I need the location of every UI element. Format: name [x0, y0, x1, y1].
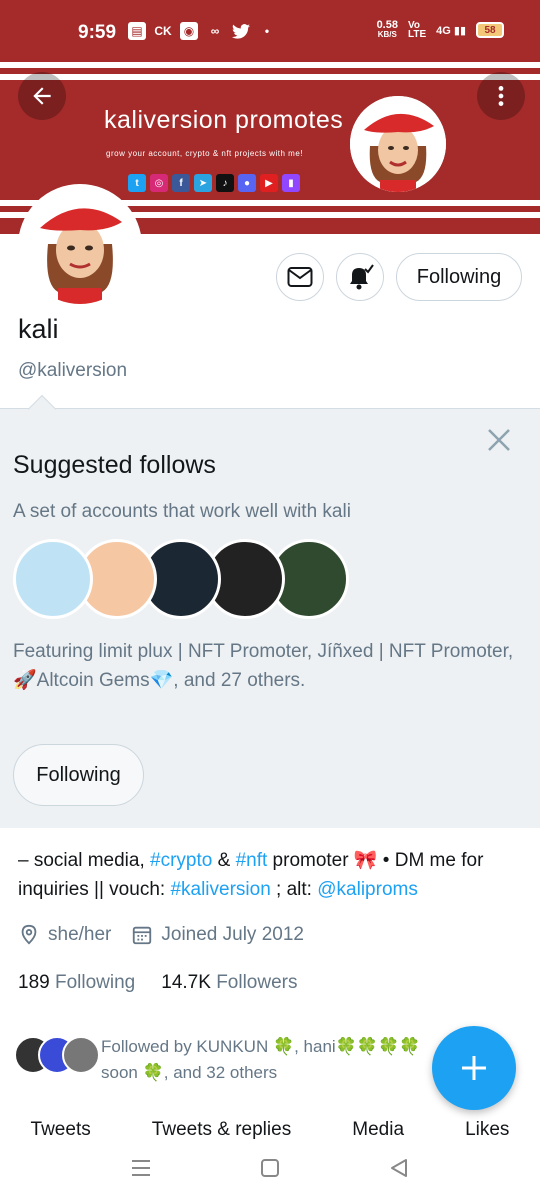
signal-icon: 4G ▮▮: [436, 24, 466, 37]
bell-check-icon: [350, 264, 374, 290]
plus-icon: [462, 1056, 486, 1080]
status-system-icons: 0.58 KB/S Vo LTE 4G ▮▮ 58: [377, 20, 504, 40]
twitch-icon: ▮: [282, 174, 300, 192]
profile-name: kali: [18, 314, 59, 344]
suggested-following-button[interactable]: Following: [13, 744, 144, 806]
envelope-icon: [287, 267, 313, 287]
suggested-title: Suggested follows: [13, 451, 216, 479]
suggested-description: A set of accounts that work well with ka…: [13, 501, 351, 522]
pronouns-text: she/her: [48, 924, 112, 945]
followers-count[interactable]: 14.7K Followers: [161, 972, 297, 994]
compose-tweet-button[interactable]: [432, 1026, 516, 1110]
message-button[interactable]: [276, 253, 324, 301]
banner-subtitle: grow your account, crypto & nft projects…: [106, 149, 304, 158]
tab-media[interactable]: Media: [352, 1115, 404, 1141]
hashtag-link[interactable]: #crypto: [150, 850, 212, 871]
network-speed: 0.58 KB/S: [376, 19, 398, 40]
arrow-left-icon: [33, 87, 51, 105]
tab-likes[interactable]: Likes: [465, 1115, 509, 1141]
profile-tabs: Tweets Tweets & replies Media Likes: [0, 1115, 540, 1141]
profile-meta: she/her Joined July 2012: [18, 924, 304, 946]
tiktok-icon: ♪: [216, 174, 234, 192]
close-icon[interactable]: [486, 427, 512, 453]
banner-avatar-illustration: [350, 96, 446, 192]
facebook-icon: f: [172, 174, 190, 192]
mention-link[interactable]: @kaliproms: [317, 879, 418, 900]
following-button[interactable]: Following: [396, 253, 522, 301]
hashtag-link[interactable]: #nft: [236, 850, 268, 871]
banner-title: kaliversion promotes: [104, 106, 344, 134]
battery-icon: 58: [476, 22, 504, 38]
suggested-avatars[interactable]: [13, 539, 353, 619]
profile-handle: @kaliversion: [18, 360, 128, 381]
telegram-icon: ➤: [194, 174, 212, 192]
notifications-button[interactable]: [336, 253, 384, 301]
twitter-icon: [232, 22, 250, 40]
joined-date-text: Joined July 2012: [161, 924, 304, 945]
card-pointer: [27, 394, 57, 424]
status-notification-icons: ▤ CK ◉ ∞ •: [128, 22, 276, 40]
banner-social-icons: t ◎ f ➤ ♪ ● ▶ ▮: [128, 174, 300, 192]
suggested-avatar: [13, 539, 93, 619]
signal-app-icon: ◉: [180, 22, 198, 40]
following-count[interactable]: 189 Following: [18, 972, 135, 994]
follow-counts: 189 Following 14.7K Followers: [18, 972, 298, 994]
suggested-follows-card: Suggested follows A set of accounts that…: [0, 394, 540, 828]
twitter-icon: t: [128, 174, 146, 192]
dot-icon: •: [264, 24, 270, 38]
instagram-icon: ◎: [150, 174, 168, 192]
menu-icon[interactable]: [130, 1157, 152, 1179]
tab-tweets-replies[interactable]: Tweets & replies: [152, 1115, 291, 1141]
more-options-button[interactable]: [477, 72, 525, 120]
discord-icon: ●: [238, 174, 256, 192]
hashtag-link[interactable]: #kaliversion: [170, 879, 270, 900]
followed-by-text: Followed by KUNKUN 🍀, hani🍀🍀🍀🍀 soon 🍀, a…: [101, 1037, 421, 1082]
back-button[interactable]: [18, 72, 66, 120]
system-navigation-bar: [0, 1141, 540, 1200]
youtube-icon: ▶: [260, 174, 278, 192]
profile-bio: – social media, #crypto & #nft promoter …: [18, 850, 484, 900]
banner-stripe: [0, 62, 540, 68]
tab-tweets[interactable]: Tweets: [31, 1115, 91, 1141]
ck-app-icon: CK: [154, 24, 172, 38]
home-square-icon[interactable]: [259, 1157, 281, 1179]
volte-icon: Vo LTE: [407, 20, 427, 40]
location-pin-icon: [21, 924, 37, 945]
suggested-featuring-text: Featuring limit plux | NFT Promoter, Jíñ…: [13, 641, 514, 691]
calendar-icon: [133, 926, 152, 945]
banner-stripe: [0, 74, 540, 80]
message-icon: ▤: [128, 22, 146, 40]
profile-avatar[interactable]: [18, 184, 142, 308]
more-vertical-icon: [498, 86, 504, 106]
back-triangle-icon[interactable]: [388, 1157, 410, 1179]
follower-avatar: [62, 1036, 100, 1074]
status-time: 9:59: [78, 22, 117, 43]
ampersand-icon: ∞: [210, 24, 220, 38]
